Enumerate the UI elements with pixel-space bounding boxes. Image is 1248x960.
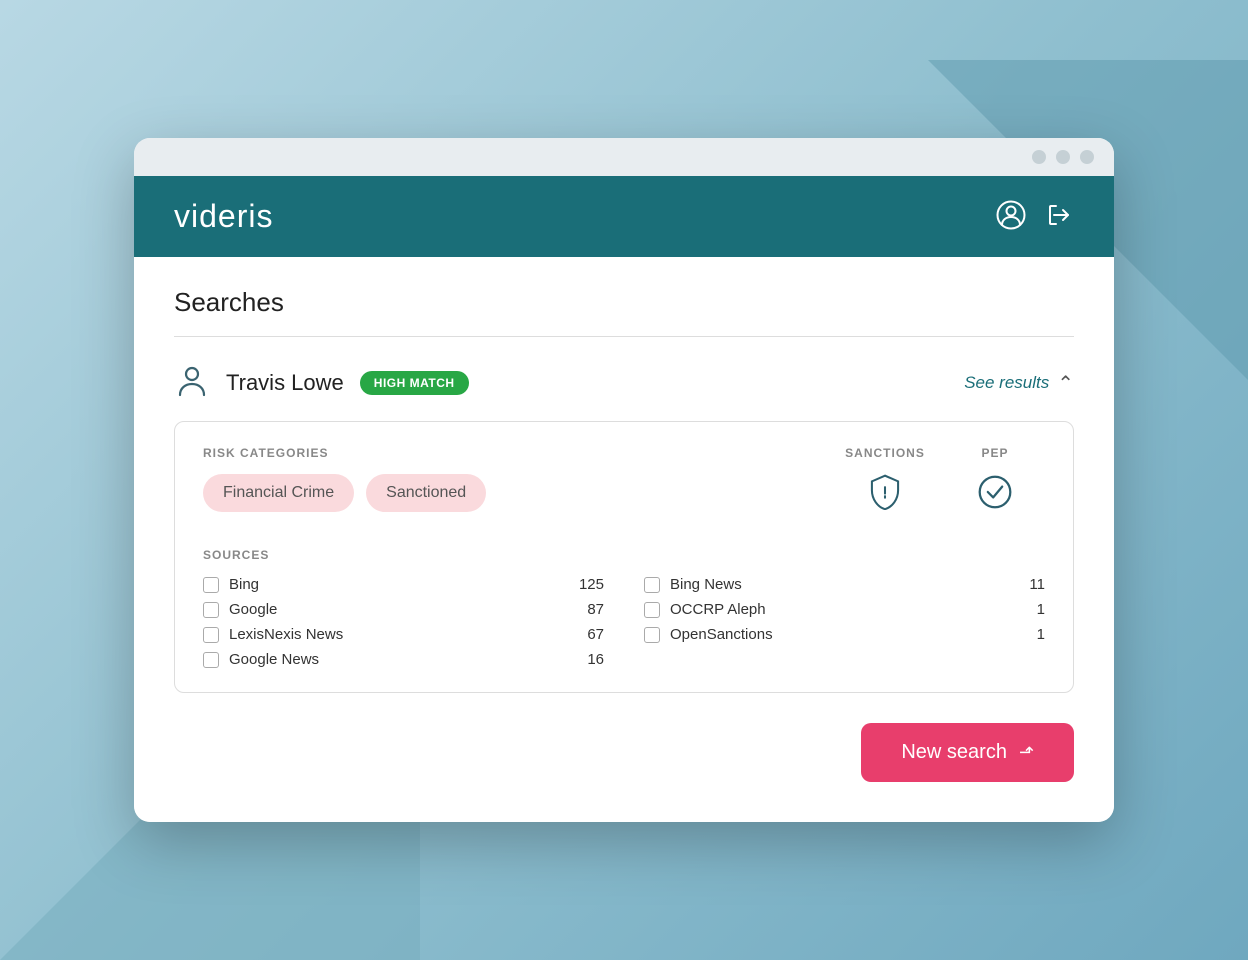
source-row-bing-news: Bing News 11 — [644, 576, 1045, 593]
source-name-google: Google — [229, 601, 564, 618]
source-checkbox-opensanctions[interactable] — [644, 627, 660, 643]
cursor-icon: ⬏ — [1019, 742, 1034, 763]
sources-label: SOURCES — [203, 548, 1045, 562]
source-name-opensanctions: OpenSanctions — [670, 626, 1005, 643]
source-row-lexisnexis: LexisNexis News 67 — [203, 626, 604, 643]
results-card: RISK CATEGORIES Financial Crime Sanction… — [174, 421, 1074, 693]
window-chrome — [134, 138, 1114, 176]
source-count-opensanctions: 1 — [1015, 626, 1045, 643]
see-results-button[interactable]: See results ⌃ — [964, 371, 1074, 396]
person-name: Travis Lowe — [226, 370, 344, 396]
header-icons — [996, 200, 1074, 234]
person-avatar-icon — [174, 361, 210, 405]
source-name-bing: Bing — [229, 576, 564, 593]
pep-section: PEP — [945, 446, 1045, 510]
app-header: videris — [134, 176, 1114, 257]
source-count-occrp: 1 — [1015, 601, 1045, 618]
sources-section: SOURCES Bing 125 Bing News 11 — [203, 548, 1045, 668]
app-logo: videris — [174, 198, 273, 235]
source-row-opensanctions: OpenSanctions 1 — [644, 626, 1045, 643]
source-checkbox-occrp[interactable] — [644, 602, 660, 618]
source-count-google-news: 16 — [574, 651, 604, 668]
source-name-google-news: Google News — [229, 651, 564, 668]
chevron-up-icon: ⌃ — [1057, 371, 1074, 396]
sanctions-label: SANCTIONS — [825, 446, 945, 460]
source-count-lexisnexis: 67 — [574, 626, 604, 643]
source-checkbox-bing[interactable] — [203, 577, 219, 593]
button-row: New search ⬏ — [174, 723, 1074, 782]
sanctions-section: SANCTIONS — [825, 446, 945, 510]
new-search-button[interactable]: New search ⬏ — [861, 723, 1074, 782]
logout-icon[interactable] — [1044, 200, 1074, 234]
user-icon[interactable] — [996, 200, 1026, 234]
top-info-row: RISK CATEGORIES Financial Crime Sanction… — [203, 446, 1045, 540]
risk-tags-row: Financial Crime Sanctioned — [203, 474, 825, 512]
search-result-row: Travis Lowe HIGH MATCH See results ⌃ — [174, 361, 1074, 405]
risk-tag-sanctioned: Sanctioned — [366, 474, 486, 512]
source-name-bing-news: Bing News — [670, 576, 1005, 593]
chrome-dot-3 — [1080, 150, 1094, 164]
source-row-occrp: OCCRP Aleph 1 — [644, 601, 1045, 618]
app-window: videris Searches — [134, 138, 1114, 822]
title-divider — [174, 336, 1074, 337]
chrome-dot-1 — [1032, 150, 1046, 164]
source-name-lexisnexis: LexisNexis News — [229, 626, 564, 643]
source-count-bing: 125 — [574, 576, 604, 593]
pep-check-icon — [945, 474, 1045, 510]
source-name-occrp: OCCRP Aleph — [670, 601, 1005, 618]
pep-label: PEP — [945, 446, 1045, 460]
source-checkbox-lexisnexis[interactable] — [203, 627, 219, 643]
risk-tag-financial-crime: Financial Crime — [203, 474, 354, 512]
source-checkbox-google-news[interactable] — [203, 652, 219, 668]
risk-categories-label: RISK CATEGORIES — [203, 446, 825, 460]
source-row-google: Google 87 — [203, 601, 604, 618]
source-checkbox-google[interactable] — [203, 602, 219, 618]
match-badge: HIGH MATCH — [360, 371, 469, 395]
risk-section: RISK CATEGORIES Financial Crime Sanction… — [203, 446, 825, 540]
page-title: Searches — [174, 287, 1074, 318]
sanctions-shield-icon — [825, 474, 945, 510]
sources-grid: Bing 125 Bing News 11 Google 87 — [203, 576, 1045, 668]
source-count-bing-news: 11 — [1015, 576, 1045, 593]
source-row-google-news: Google News 16 — [203, 651, 604, 668]
source-row-bing: Bing 125 — [203, 576, 604, 593]
main-content: Searches Travis Lowe HIGH MATCH See resu… — [134, 257, 1114, 822]
chrome-dot-2 — [1056, 150, 1070, 164]
source-checkbox-bing-news[interactable] — [644, 577, 660, 593]
source-count-google: 87 — [574, 601, 604, 618]
